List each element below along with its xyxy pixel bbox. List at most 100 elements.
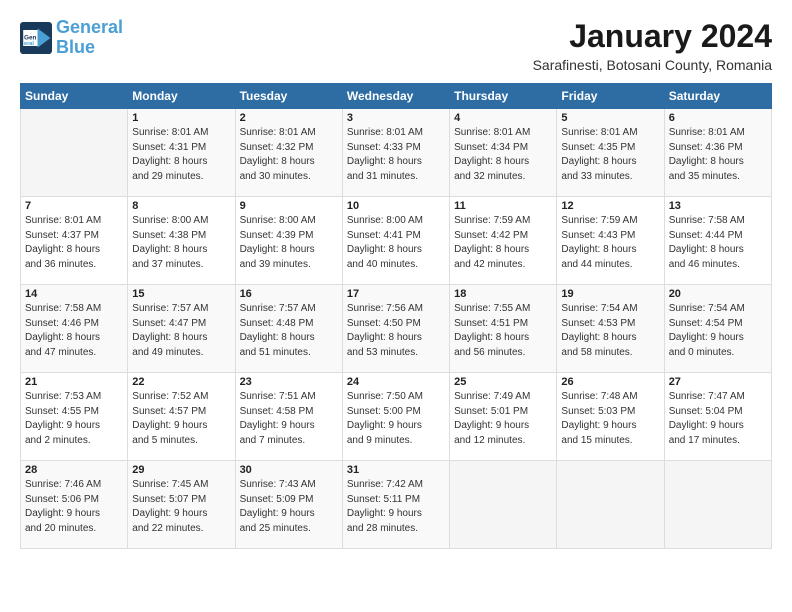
calendar-cell: 29Sunrise: 7:45 AMSunset: 5:07 PMDayligh… <box>128 461 235 549</box>
day-number: 19 <box>561 288 659 300</box>
calendar-cell <box>21 109 128 197</box>
day-info: Sunrise: 7:53 AMSunset: 4:55 PMDaylight:… <box>25 390 123 448</box>
calendar-cell: 27 Sunrise: 7:47 AMSunset: 5:04 PMDayligh… <box>664 373 771 461</box>
calendar-cell: 4Sunrise: 8:01 AMSunset: 4:34 PMDaylight… <box>450 109 557 197</box>
day-number: 15 <box>132 288 230 300</box>
calendar-cell: 19Sunrise: 7:54 AMSunset: 4:53 PMDayligh… <box>557 285 664 373</box>
calendar-week-2: 7Sunrise: 8:01 AMSunset: 4:37 PMDaylight… <box>21 197 772 285</box>
calendar-cell: 22 Sunrise: 7:52 AMSunset: 4:57 PMDayligh… <box>128 373 235 461</box>
day-number: 17 <box>347 288 445 300</box>
title-block: January 2024 Sarafinesti, Botosani Count… <box>533 18 772 73</box>
day-number: 25 <box>454 376 552 388</box>
day-number: 3 <box>347 112 445 124</box>
day-info: Sunrise: 7:48 AMSunset: 5:03 PMDaylight:… <box>561 390 659 448</box>
day-number: 22 <box>132 376 230 388</box>
logo-icon: Gen eral <box>20 22 52 54</box>
calendar-cell: 24 Sunrise: 7:50 AMSunset: 5:00 PMDayligh… <box>342 373 449 461</box>
day-number: 20 <box>669 288 767 300</box>
month-title: January 2024 <box>533 18 772 55</box>
day-info: Sunrise: 8:01 AMSunset: 4:35 PMDaylight:… <box>561 126 659 184</box>
calendar-week-4: 21 Sunrise: 7:53 AMSunset: 4:55 PMDayligh… <box>21 373 772 461</box>
calendar-cell: 18 Sunrise: 7:55 AMSunset: 4:51 PMDayligh… <box>450 285 557 373</box>
calendar-cell: 21 Sunrise: 7:53 AMSunset: 4:55 PMDayligh… <box>21 373 128 461</box>
location-subtitle: Sarafinesti, Botosani County, Romania <box>533 57 772 73</box>
day-info: Sunrise: 8:00 AMSunset: 4:41 PMDaylight:… <box>347 214 445 272</box>
weekday-header-sunday: Sunday <box>21 84 128 109</box>
day-info: Sunrise: 7:51 AMSunset: 4:58 PMDaylight:… <box>240 390 338 448</box>
day-number: 21 <box>25 376 123 388</box>
day-number: 29 <box>132 464 230 476</box>
calendar-cell <box>450 461 557 549</box>
calendar-cell: 11 Sunrise: 7:59 AMSunset: 4:42 PMDayligh… <box>450 197 557 285</box>
calendar-cell: 26 Sunrise: 7:48 AMSunset: 5:03 PMDayligh… <box>557 373 664 461</box>
calendar-cell: 2 Sunrise: 8:01 AMSunset: 4:32 PMDaylight… <box>235 109 342 197</box>
calendar-cell <box>557 461 664 549</box>
day-info: Sunrise: 8:01 AMSunset: 4:37 PMDaylight:… <box>25 214 123 272</box>
day-info: Sunrise: 7:50 AMSunset: 5:00 PMDaylight:… <box>347 390 445 448</box>
calendar-cell: 20 Sunrise: 7:54 AMSunset: 4:54 PMDayligh… <box>664 285 771 373</box>
calendar-table: SundayMondayTuesdayWednesdayThursdayFrid… <box>20 83 772 549</box>
day-number: 1 <box>132 112 230 124</box>
weekday-header-thursday: Thursday <box>450 84 557 109</box>
calendar-cell: 30 Sunrise: 7:43 AMSunset: 5:09 PMDayligh… <box>235 461 342 549</box>
calendar-cell: 1Sunrise: 8:01 AMSunset: 4:31 PMDaylight… <box>128 109 235 197</box>
day-info: Sunrise: 7:42 AMSunset: 5:11 PMDaylight:… <box>347 478 445 536</box>
weekday-header-wednesday: Wednesday <box>342 84 449 109</box>
day-info: Sunrise: 8:01 AMSunset: 4:32 PMDaylight:… <box>240 126 338 184</box>
calendar-cell: 17 Sunrise: 7:56 AMSunset: 4:50 PMDayligh… <box>342 285 449 373</box>
day-number: 18 <box>454 288 552 300</box>
day-number: 5 <box>561 112 659 124</box>
day-info: Sunrise: 7:43 AMSunset: 5:09 PMDaylight:… <box>240 478 338 536</box>
calendar-cell: 16Sunrise: 7:57 AMSunset: 4:48 PMDayligh… <box>235 285 342 373</box>
day-number: 10 <box>347 200 445 212</box>
page: Gen eral General Blue January 2024 Saraf… <box>0 0 792 612</box>
calendar-cell: 28Sunrise: 7:46 AMSunset: 5:06 PMDayligh… <box>21 461 128 549</box>
logo-general: General <box>56 17 123 37</box>
day-number: 23 <box>240 376 338 388</box>
calendar-cell: 23 Sunrise: 7:51 AMSunset: 4:58 PMDayligh… <box>235 373 342 461</box>
day-info: Sunrise: 7:59 AMSunset: 4:42 PMDaylight:… <box>454 214 552 272</box>
calendar-cell: 13Sunrise: 7:58 AMSunset: 4:44 PMDayligh… <box>664 197 771 285</box>
day-number: 12 <box>561 200 659 212</box>
calendar-week-3: 14Sunrise: 7:58 AMSunset: 4:46 PMDayligh… <box>21 285 772 373</box>
weekday-header-friday: Friday <box>557 84 664 109</box>
logo: Gen eral General Blue <box>20 18 123 58</box>
weekday-header-monday: Monday <box>128 84 235 109</box>
calendar-cell: 14Sunrise: 7:58 AMSunset: 4:46 PMDayligh… <box>21 285 128 373</box>
day-number: 30 <box>240 464 338 476</box>
day-info: Sunrise: 7:54 AMSunset: 4:54 PMDaylight:… <box>669 302 767 360</box>
calendar-cell: 9Sunrise: 8:00 AMSunset: 4:39 PMDaylight… <box>235 197 342 285</box>
day-number: 27 <box>669 376 767 388</box>
calendar-week-5: 28Sunrise: 7:46 AMSunset: 5:06 PMDayligh… <box>21 461 772 549</box>
day-number: 14 <box>25 288 123 300</box>
day-info: Sunrise: 7:58 AMSunset: 4:44 PMDaylight:… <box>669 214 767 272</box>
calendar-cell: 12 Sunrise: 7:59 AMSunset: 4:43 PMDayligh… <box>557 197 664 285</box>
calendar-cell: 6Sunrise: 8:01 AMSunset: 4:36 PMDaylight… <box>664 109 771 197</box>
weekday-header-saturday: Saturday <box>664 84 771 109</box>
day-number: 26 <box>561 376 659 388</box>
day-info: Sunrise: 7:52 AMSunset: 4:57 PMDaylight:… <box>132 390 230 448</box>
day-info: Sunrise: 8:00 AMSunset: 4:39 PMDaylight:… <box>240 214 338 272</box>
calendar-cell: 3 Sunrise: 8:01 AMSunset: 4:33 PMDaylight… <box>342 109 449 197</box>
calendar-week-1: 1Sunrise: 8:01 AMSunset: 4:31 PMDaylight… <box>21 109 772 197</box>
day-info: Sunrise: 7:47 AMSunset: 5:04 PMDaylight:… <box>669 390 767 448</box>
day-info: Sunrise: 7:57 AMSunset: 4:47 PMDaylight:… <box>132 302 230 360</box>
calendar-header: SundayMondayTuesdayWednesdayThursdayFrid… <box>21 84 772 109</box>
day-number: 11 <box>454 200 552 212</box>
day-number: 8 <box>132 200 230 212</box>
day-info: Sunrise: 8:01 AMSunset: 4:33 PMDaylight:… <box>347 126 445 184</box>
day-number: 4 <box>454 112 552 124</box>
calendar-cell: 25Sunrise: 7:49 AMSunset: 5:01 PMDayligh… <box>450 373 557 461</box>
day-info: Sunrise: 7:56 AMSunset: 4:50 PMDaylight:… <box>347 302 445 360</box>
day-number: 24 <box>347 376 445 388</box>
day-info: Sunrise: 7:55 AMSunset: 4:51 PMDaylight:… <box>454 302 552 360</box>
weekday-header-row: SundayMondayTuesdayWednesdayThursdayFrid… <box>21 84 772 109</box>
day-number: 31 <box>347 464 445 476</box>
calendar-body: 1Sunrise: 8:01 AMSunset: 4:31 PMDaylight… <box>21 109 772 549</box>
day-info: Sunrise: 7:59 AMSunset: 4:43 PMDaylight:… <box>561 214 659 272</box>
day-number: 2 <box>240 112 338 124</box>
calendar-cell: 8 Sunrise: 8:00 AMSunset: 4:38 PMDaylight… <box>128 197 235 285</box>
day-info: Sunrise: 8:00 AMSunset: 4:38 PMDaylight:… <box>132 214 230 272</box>
svg-text:eral: eral <box>24 41 34 47</box>
calendar-cell: 15 Sunrise: 7:57 AMSunset: 4:47 PMDayligh… <box>128 285 235 373</box>
